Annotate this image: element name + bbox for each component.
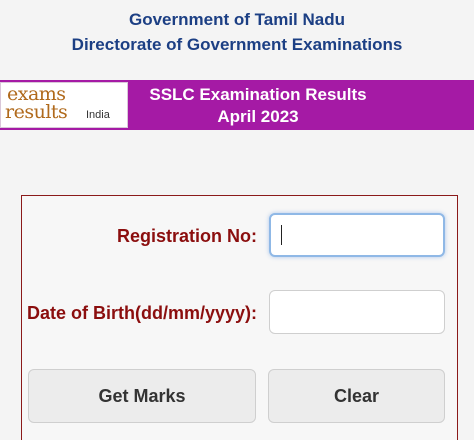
dob-label: Date of Birth(dd/mm/yyyy): (26, 303, 257, 323)
registration-input[interactable] (269, 213, 445, 257)
directorate-title: Directorate of Government Examinations (71, 35, 403, 54)
page-header: Government of Tamil Nadu Directorate of … (0, 0, 474, 80)
text-cursor (281, 225, 282, 245)
dob-input[interactable] (269, 290, 445, 334)
registration-label: Registration No: (116, 226, 257, 246)
examsresults-logo[interactable]: exams results India (0, 82, 128, 128)
get-marks-button[interactable]: Get Marks (28, 369, 256, 423)
government-title: Government of Tamil Nadu (129, 10, 345, 29)
clear-button[interactable]: Clear (268, 369, 445, 423)
exam-session: April 2023 (217, 107, 299, 126)
results-banner: exams results India SSLC Examination Res… (0, 80, 474, 130)
exam-title: SSLC Examination Results (149, 85, 367, 104)
logo-word-india: India (86, 109, 110, 121)
results-form: Registration No: Date of Birth(dd/mm/yyy… (21, 195, 458, 440)
logo-word-results: results (5, 101, 68, 123)
